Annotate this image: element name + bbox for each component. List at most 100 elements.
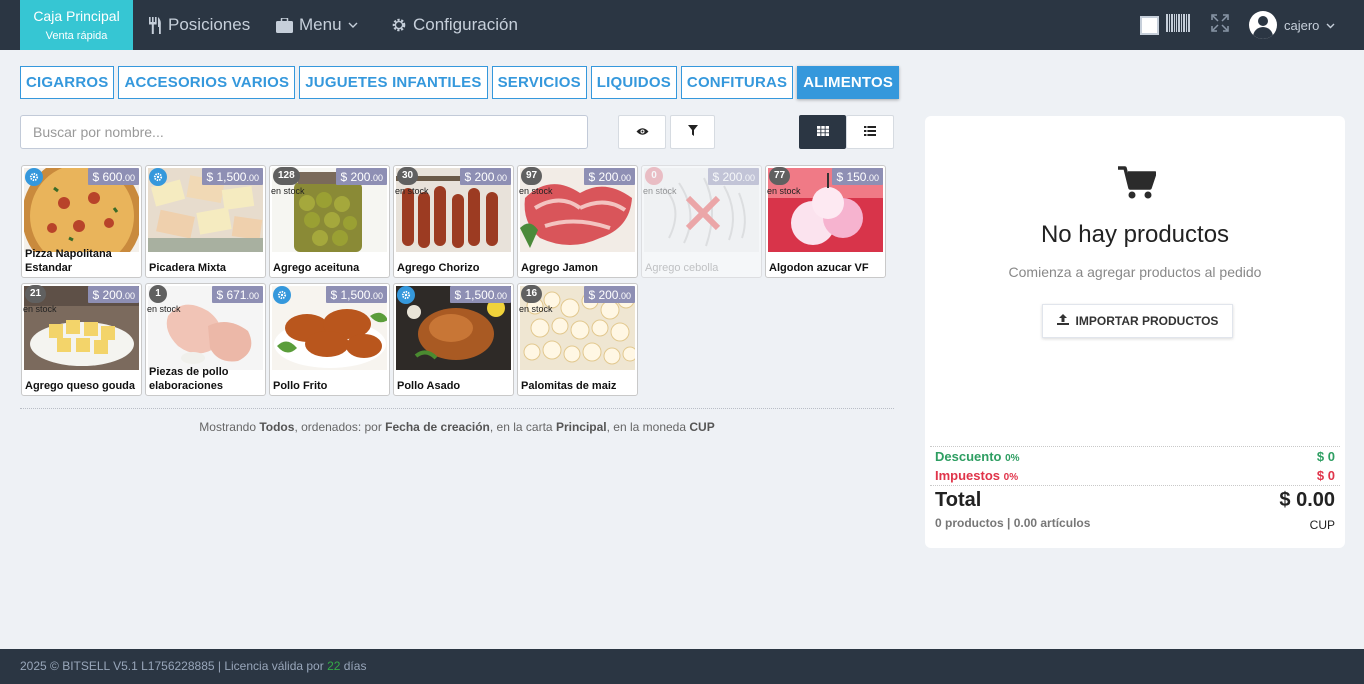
brand-subtitle: Venta rápida — [45, 30, 108, 42]
filter-button[interactable] — [670, 115, 715, 149]
tax-label: Impuestos — [935, 468, 1001, 483]
product-name: Agrego cebolla — [645, 262, 719, 274]
empty-cart-subtitle: Comienza a agregar productos al pedido — [1008, 264, 1262, 280]
brand-cash-register[interactable]: Caja Principal Venta rápida — [20, 0, 133, 50]
gear-icon — [391, 17, 407, 33]
product-card[interactable]: 128 en stock $ 200.00 Agrego aceituna — [269, 165, 390, 278]
stock-count-badge: 0 — [645, 167, 663, 185]
product-name: Palomitas de maiz — [521, 380, 617, 392]
product-card[interactable]: 77 en stock $ 150.00 Algodon azucar VF — [765, 165, 886, 278]
product-card[interactable]: 1 en stock $ 671.00 Piezas de pollo elab… — [145, 283, 266, 396]
product-name: Agrego Chorizo — [397, 262, 480, 274]
nav-menu-label: Menu — [299, 15, 342, 34]
product-price: $ 200.00 — [460, 168, 511, 185]
tab-alimentos[interactable]: ALIMENTOS — [797, 66, 900, 99]
category-tabs: CIGARROS ACCESORIOS VARIOS JUGUETES INFA… — [20, 66, 900, 99]
tab-juguetes-infantiles[interactable]: JUGUETES INFANTILES — [299, 66, 488, 99]
expand-icon — [1211, 13, 1229, 37]
nav-menu[interactable]: Menu — [276, 0, 358, 50]
product-card[interactable]: 30 en stock $ 200.00 Agrego Chorizo — [393, 165, 514, 278]
product-price: $ 671.00 — [212, 286, 263, 303]
checkbox-square-icon — [1140, 15, 1159, 35]
list-icon — [864, 123, 876, 141]
product-name: Pizza Napolitana Estandar — [25, 248, 112, 274]
list-view-button[interactable] — [846, 115, 894, 149]
discount-row: Descuento 0% $ 0 — [935, 449, 1335, 464]
search-input[interactable] — [20, 115, 588, 149]
product-price: $ 200.00 — [584, 286, 635, 303]
tab-servicios[interactable]: SERVICIOS — [491, 66, 587, 99]
empty-cart-title: No hay productos — [1040, 221, 1230, 248]
nav-settings-label: Configuración — [413, 15, 518, 34]
filter-icon — [687, 123, 698, 141]
stock-count-badge: 16 — [521, 285, 543, 303]
tab-cigarros[interactable]: CIGARROS — [20, 66, 115, 99]
product-card[interactable]: 97 en stock $ 200.00 Agrego Jamon — [517, 165, 638, 278]
utensils-icon — [148, 16, 162, 34]
stock-count-badge: 128 — [273, 167, 300, 185]
stock-count-badge: 97 — [521, 167, 543, 185]
tax-percent: 0% — [1003, 472, 1019, 483]
fullscreen-button[interactable] — [1211, 0, 1229, 50]
stock-label: en stock — [519, 186, 553, 196]
footer-suffix: días — [340, 659, 367, 673]
chevron-down-icon — [348, 22, 358, 28]
product-card[interactable]: $ 600.00 Pizza Napolitana Estandar — [21, 165, 142, 278]
import-products-label: IMPORTAR PRODUCTOS — [1075, 314, 1219, 328]
import-products-button[interactable]: IMPORTAR PRODUCTOS — [1042, 304, 1233, 338]
nav-settings[interactable]: Configuración — [391, 0, 518, 50]
product-name: Algodon azucar VF — [769, 262, 869, 274]
eye-icon — [636, 123, 649, 141]
product-price: $ 150.00 — [832, 168, 883, 185]
total-value: $ 0.00 — [1279, 489, 1335, 511]
stock-label: en stock — [519, 304, 553, 314]
product-name: Pollo Asado — [397, 380, 461, 392]
stock-count-badge: 77 — [769, 167, 791, 185]
stock-count-badge: 30 — [397, 167, 419, 185]
product-name: Piezas de pollo elaboraciones — [149, 366, 229, 392]
tab-confituras[interactable]: CONFITURAS — [680, 66, 794, 99]
tab-accesorios-varios[interactable]: ACCESORIOS VARIOS — [118, 66, 296, 99]
tax-value: $ 0 — [1316, 468, 1335, 483]
barcode-button[interactable] — [1166, 0, 1190, 50]
product-card[interactable]: $ 1,500.00 Pollo Frito — [269, 283, 390, 396]
product-price: $ 600.00 — [88, 168, 139, 185]
product-card[interactable]: $ 1,500.00 Pollo Asado — [393, 283, 514, 396]
license-days: 22 — [327, 659, 341, 673]
nav-positions-label: Posiciones — [168, 15, 251, 34]
stock-label: en stock — [271, 186, 305, 196]
total-row: Total $ 0.00 — [935, 489, 1335, 512]
product-card-disabled[interactable]: 0 en stock $ 200.00 Agrego cebolla — [641, 165, 762, 278]
service-gear-icon — [25, 168, 43, 186]
product-name: Picadera Mixta — [149, 262, 227, 274]
product-name: Agrego Jamon — [521, 262, 599, 274]
discount-label: Descuento — [935, 449, 1002, 464]
barcode-icon — [1166, 13, 1190, 37]
listing-info: Mostrando Todos, ordenados: por Fecha de… — [199, 420, 715, 434]
product-card[interactable]: 16 en stock $ 200.00 Palomitas de maiz — [517, 283, 638, 396]
nav-positions[interactable]: Posiciones — [148, 0, 250, 50]
product-price: $ 200.00 — [88, 286, 139, 303]
stock-label: en stock — [643, 186, 677, 196]
grid-view-button[interactable] — [799, 115, 846, 149]
divider — [20, 408, 894, 409]
product-price: $ 200.00 — [336, 168, 387, 185]
product-price: $ 200.00 — [708, 168, 759, 185]
cart-icon — [1118, 166, 1157, 205]
footer: 2025 © BITSELL V5.1 L1756228885 | Licenc… — [0, 649, 1364, 684]
product-card[interactable]: $ 1,500.00 Picadera Mixta — [145, 165, 266, 278]
visibility-button[interactable] — [618, 115, 666, 149]
tab-liquidos[interactable]: LIQUIDOS — [590, 66, 677, 99]
user-name: cajero — [1284, 17, 1320, 33]
product-price: $ 200.00 — [584, 168, 635, 185]
product-card[interactable]: 21 en stock $ 200.00 Agrego queso gouda — [21, 283, 142, 396]
service-gear-icon — [149, 168, 167, 186]
stock-label: en stock — [767, 186, 801, 196]
stock-count-badge: 1 — [149, 285, 167, 303]
brand-title: Caja Principal — [33, 8, 120, 24]
briefcase-icon — [276, 17, 293, 33]
user-menu[interactable]: cajero — [1249, 0, 1335, 50]
product-name: Agrego aceituna — [273, 262, 360, 274]
grid-icon — [816, 123, 829, 141]
checkbox-toggle[interactable] — [1140, 0, 1159, 50]
